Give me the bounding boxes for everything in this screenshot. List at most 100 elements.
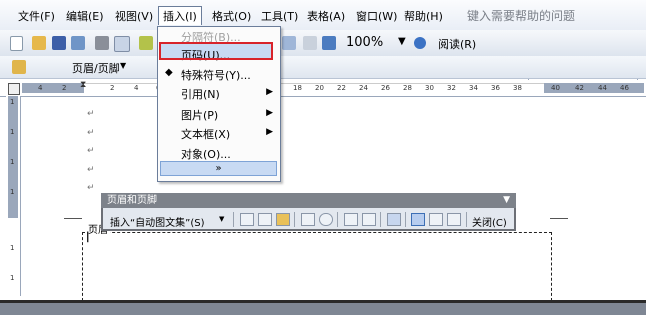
chevron-down-icon[interactable]: ▼ (219, 215, 224, 223)
ruler-number: 32 (447, 84, 456, 92)
help-icon[interactable] (414, 37, 426, 49)
read-button[interactable]: 阅读(R) (438, 36, 476, 52)
table-icon[interactable] (282, 36, 296, 50)
menu-window[interactable]: 窗口(W) (356, 8, 397, 24)
paragraph-mark-icon: ↵ (87, 109, 95, 119)
insert-autotext-button[interactable]: 插入“自动图文集”(S) (110, 214, 205, 229)
paragraph-mark-icon: ↵ (87, 146, 95, 156)
ruler-number: 1 (10, 244, 15, 252)
menu-item-reference[interactable]: 引用(N) ▶ (157, 83, 279, 102)
indent-marker-icon[interactable]: ⧗ (80, 80, 86, 90)
menu-item-label: 对象(O)... (181, 148, 231, 161)
insert-time-icon[interactable] (319, 213, 333, 226)
menu-item-special-symbol[interactable]: ◆ 特殊符号(Y)... (157, 64, 279, 83)
new-document-icon[interactable] (10, 36, 23, 51)
tab-selector-icon[interactable] (8, 83, 20, 95)
ruler-number: 1 (10, 158, 15, 166)
print-icon[interactable] (95, 36, 109, 50)
paragraph-mark-icon: ↵ (87, 128, 95, 138)
print-preview-icon[interactable] (114, 36, 130, 52)
ruler-number: 1 (10, 128, 15, 136)
toolbar-separator (294, 212, 295, 227)
menu-item-picture[interactable]: 图片(P) ▶ (157, 104, 279, 123)
insert-date-icon[interactable] (301, 213, 315, 226)
same-as-previous-icon[interactable] (387, 213, 401, 226)
menu-insert[interactable]: 插入(I) (158, 6, 202, 25)
save-icon[interactable] (52, 36, 66, 50)
ruler-number: 22 (337, 84, 346, 92)
switch-header-footer-icon[interactable] (411, 213, 425, 226)
menu-table[interactable]: 表格(A) (307, 8, 345, 24)
menu-item-label: 特殊符号(Y)... (181, 69, 251, 82)
show-next-icon[interactable] (447, 213, 461, 226)
permission-icon[interactable] (71, 36, 85, 50)
menu-format[interactable]: 格式(O) (212, 8, 251, 24)
red-highlight-box (159, 42, 273, 60)
ruler-number: 30 (425, 84, 434, 92)
page-setup-icon[interactable] (344, 213, 358, 226)
menu-item-label: 文本框(X) (181, 128, 231, 141)
menu-file[interactable]: 文件(F) (18, 8, 55, 24)
help-search-box[interactable]: 键入需要帮助的问题 (467, 7, 575, 24)
spelling-icon[interactable] (139, 36, 153, 50)
show-hide-text-icon[interactable] (362, 213, 376, 226)
paragraph-mark-icon: ↵ (87, 183, 95, 193)
ruler-number: 24 (359, 84, 368, 92)
chevron-double-down-icon: » (215, 163, 222, 174)
ruler-number: 44 (598, 84, 607, 92)
ruler-number: 2 (110, 84, 115, 92)
expand-menu-button[interactable]: » (160, 161, 277, 176)
ruler-number: 28 (403, 84, 412, 92)
close-button[interactable]: 关闭(C) (472, 214, 507, 229)
ruler-number: 4 (134, 84, 139, 92)
menu-item-label: 引用(N) (181, 88, 220, 101)
drawing-icon[interactable] (322, 36, 336, 50)
toolbar-options-icon[interactable]: ▼ (503, 193, 510, 208)
zoom-value[interactable]: 100% (346, 35, 383, 50)
ruler-number: 36 (491, 84, 500, 92)
menu-item-label: 图片(P) (181, 109, 219, 122)
header-footer-label[interactable]: 页眉/页脚 (72, 60, 120, 76)
toolbar-separator (466, 212, 467, 227)
toolbar-separator (337, 212, 338, 227)
toolbar-separator (380, 212, 381, 227)
menu-bar: 文件(F) 编辑(E) 视图(V) 插入(I) 格式(O) 工具(T) 表格(A… (0, 0, 646, 31)
ruler-number: 34 (469, 84, 478, 92)
toolbar-title-text: 页眉和页脚 (107, 195, 157, 206)
chevron-down-icon[interactable]: ▼ (120, 61, 126, 70)
ruler-number: 38 (513, 84, 522, 92)
ruler-number: 40 (551, 84, 560, 92)
special-symbol-icon: ◆ (165, 67, 173, 78)
menu-item-textbox[interactable]: 文本框(X) ▶ (157, 123, 279, 142)
styles-icon[interactable] (12, 60, 26, 74)
header-footer-toolbar-title[interactable]: 页眉和页脚 ▼ (101, 193, 516, 208)
menu-tools[interactable]: 工具(T) (261, 8, 298, 24)
toolbar-separator (405, 212, 406, 227)
insert-page-count-icon[interactable] (258, 213, 272, 226)
submenu-arrow-icon: ▶ (266, 127, 273, 137)
ruler-number: 4 (38, 84, 43, 92)
ruler-number: 1 (10, 98, 15, 106)
ruler-number: 1 (10, 188, 15, 196)
toolbar-separator (233, 212, 234, 227)
submenu-arrow-icon: ▶ (266, 87, 273, 97)
horizontal-ruler[interactable]: 4 2 2 4 6 18 20 22 24 26 28 30 32 34 36 … (0, 80, 646, 97)
ruler-number: 18 (293, 84, 302, 92)
menu-edit[interactable]: 编辑(E) (66, 8, 104, 24)
columns-icon[interactable] (303, 36, 317, 50)
menu-help[interactable]: 帮助(H) (404, 8, 443, 24)
ruler-number: 2 (62, 84, 67, 92)
format-page-number-icon[interactable] (276, 213, 290, 226)
zoom-dropdown-icon[interactable]: ▼ (398, 36, 406, 47)
show-previous-icon[interactable] (429, 213, 443, 226)
text-cursor: ┃ (85, 233, 91, 243)
menu-item-object[interactable]: 对象(O)... (157, 143, 279, 162)
vertical-ruler[interactable]: 1 1 1 1 1 1 (6, 96, 21, 296)
secondary-toolbar: 页眉/页脚 ▼ (0, 56, 646, 79)
open-folder-icon[interactable] (32, 36, 46, 50)
paragraph-mark-icon: ↵ (87, 165, 95, 175)
header-region[interactable] (82, 232, 552, 301)
insert-page-number-icon[interactable] (240, 213, 254, 226)
menu-view[interactable]: 视图(V) (115, 8, 153, 24)
ruler-number: 20 (315, 84, 324, 92)
